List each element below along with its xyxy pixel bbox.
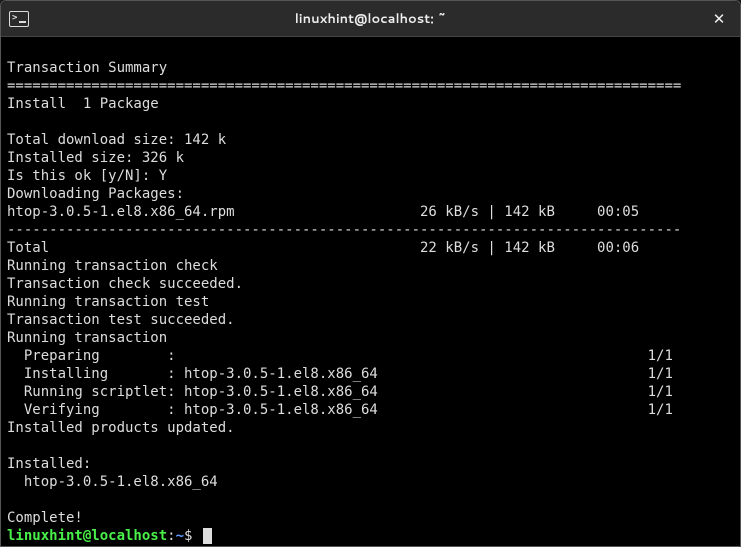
output-line: Running transaction check [7, 258, 218, 274]
output-line: Complete! [7, 510, 83, 526]
output-line: Installed products updated. [7, 420, 235, 436]
output-line: Installing : htop-3.0.5-1.el8.x86_64 1/1 [7, 366, 681, 382]
output-line: Total download size: 142 k [7, 132, 226, 148]
output-line: Transaction test succeeded. [7, 312, 235, 328]
output-line: Installed size: 326 k [7, 150, 184, 166]
output-line: Installed: [7, 456, 91, 472]
close-icon: ✕ [713, 10, 726, 28]
output-line: Transaction Summary [7, 60, 167, 76]
close-button[interactable]: ✕ [706, 6, 732, 32]
output-line: htop-3.0.5-1.el8.x86_64.rpm 26 kB/s | 14… [7, 204, 673, 220]
prompt-dollar: $ [184, 527, 201, 545]
prompt-line[interactable]: linuxhint@localhost:~$ [7, 527, 734, 545]
output-line: Running transaction [7, 330, 167, 346]
prompt-colon: : [167, 527, 175, 545]
output-line: htop-3.0.5-1.el8.x86_64 [7, 474, 681, 490]
output-line: ========================================… [7, 78, 681, 94]
output-line: Running transaction test [7, 294, 209, 310]
terminal-output[interactable]: Transaction Summary ====================… [1, 37, 740, 546]
output-line: Verifying : htop-3.0.5-1.el8.x86_64 1/1 [7, 402, 681, 418]
cursor [203, 528, 212, 544]
output-line: Transaction check succeeded. [7, 276, 243, 292]
prompt-path: ~ [176, 527, 184, 545]
output-line: Running scriptlet: htop-3.0.5-1.el8.x86_… [7, 384, 681, 400]
output-line: Is this ok [y/N]: Y [7, 168, 167, 184]
output-line: Total 22 kB/s | 142 kB 00:06 [7, 240, 681, 256]
window-title: linuxhint@localhost: ~ [295, 10, 447, 28]
terminal-window: linuxhint@localhost: ~ ✕ Transaction Sum… [0, 0, 741, 547]
output-line: Install 1 Package [7, 96, 159, 112]
output-line: Downloading Packages: [7, 186, 184, 202]
prompt-user-host: linuxhint@localhost [7, 527, 167, 545]
output-line: Preparing : 1/1 [7, 348, 681, 364]
output-line: ----------------------------------------… [7, 222, 681, 238]
titlebar: linuxhint@localhost: ~ ✕ [1, 1, 740, 37]
terminal-icon [9, 11, 29, 27]
